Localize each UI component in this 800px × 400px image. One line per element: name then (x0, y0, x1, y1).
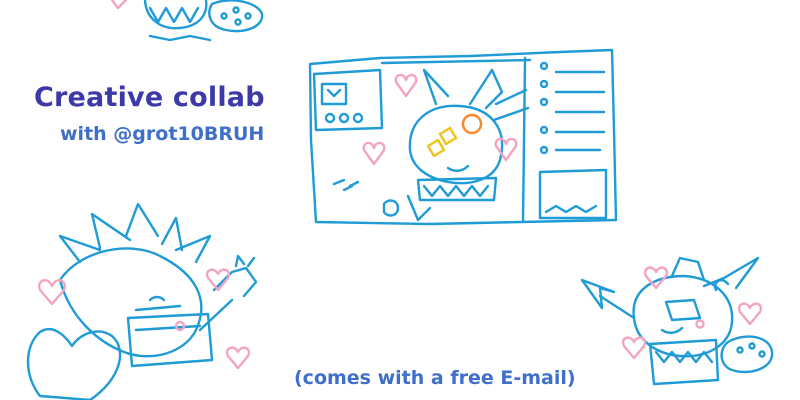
grot-doodle-top (110, 0, 264, 42)
grot-hugging-heart-doodle (26, 202, 258, 400)
dashboard-with-grot-doodle (308, 48, 618, 226)
doodle-canvas (26, 0, 774, 400)
grot-with-phone-doodle (580, 256, 774, 386)
